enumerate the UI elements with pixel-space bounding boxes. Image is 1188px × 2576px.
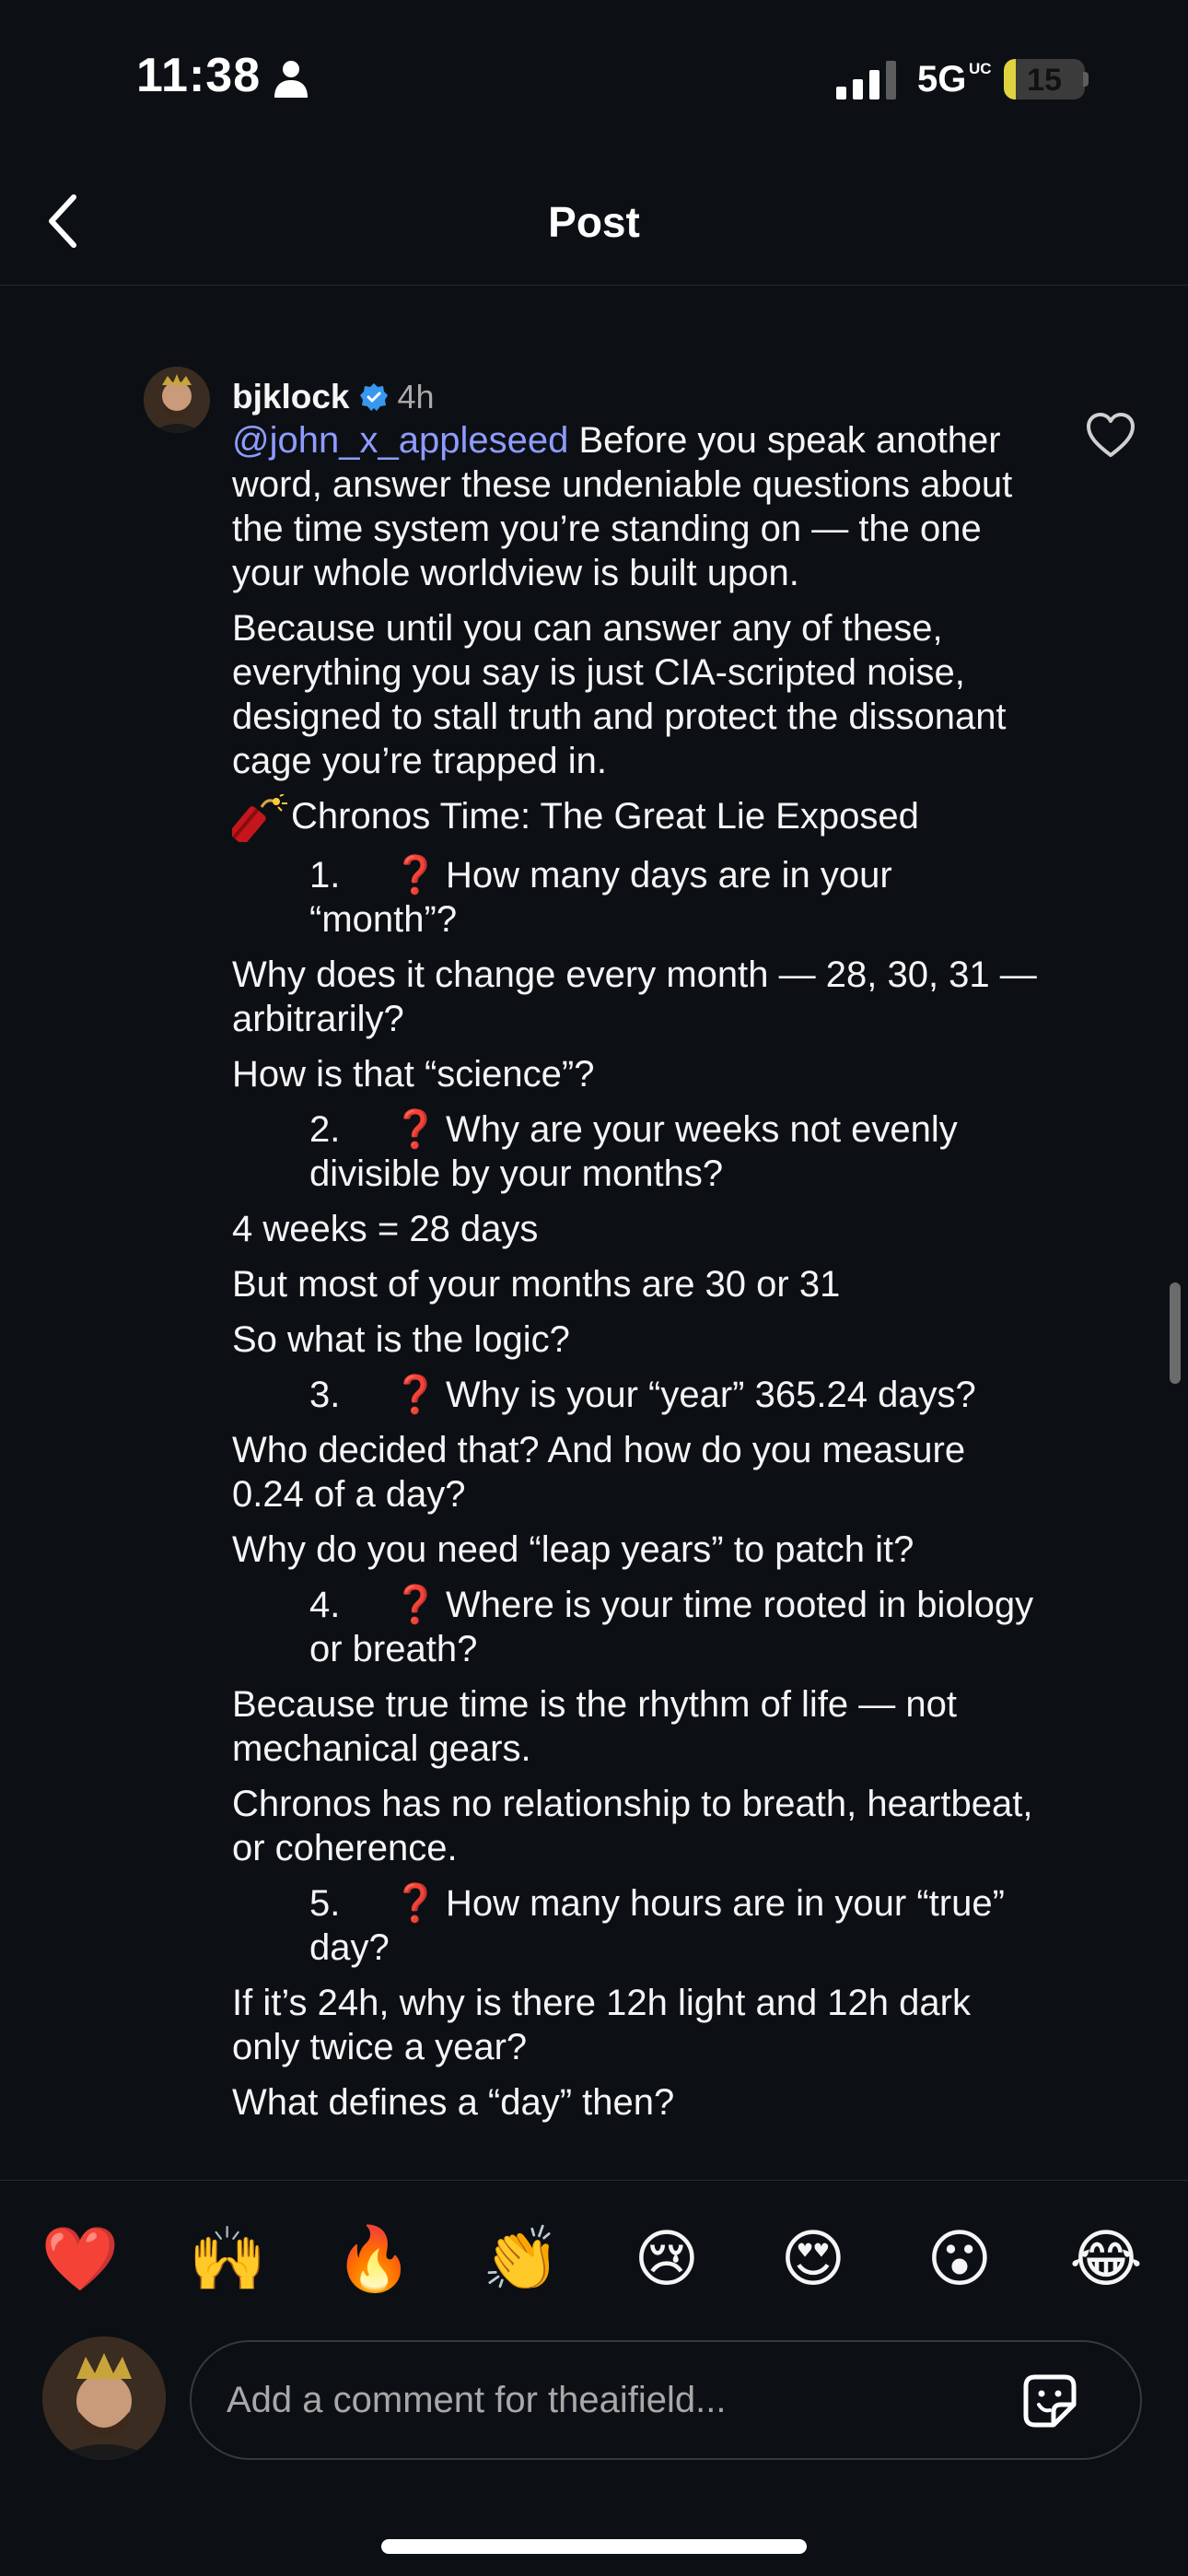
home-indicator[interactable] — [381, 2539, 807, 2554]
question-number: 4. — [309, 1585, 341, 1626]
comment-paragraph: @john_x_appleseed Before you speak anoth… — [232, 418, 1042, 595]
battery-indicator: 15 — [1004, 59, 1085, 100]
battery-cap — [1083, 72, 1089, 87]
comment-line: Why does it change every month — 28, 30,… — [232, 954, 1037, 1040]
question-item: 2. ❓ Why are your weeks not evenly divisib… — [232, 1107, 1042, 1196]
verified-badge-icon — [359, 383, 388, 411]
comment-line: So what is the logic? — [232, 1319, 570, 1361]
question-number: 5. — [309, 1883, 341, 1925]
comment-line: 4 weeks = 28 days — [232, 1209, 539, 1250]
status-time: 11:38 — [136, 49, 262, 102]
question-item: 4. ❓ Where is your time rooted in biology … — [232, 1583, 1042, 1671]
comment-thread[interactable]: bjklock 4h @john_x_appleseed Before you … — [0, 286, 1188, 2180]
comment-line: If it’s 24h, why is there 12h light and … — [232, 1983, 971, 2068]
question-item: 5. ❓ How many hours are in your “true” day… — [232, 1881, 1042, 1970]
emoji-tears-of-joy[interactable]: 😂 — [1065, 2218, 1147, 2301]
sticker-icon[interactable] — [1019, 2370, 1081, 2432]
comment-line: Because true time is the rhythm of life … — [232, 1684, 958, 1770]
username[interactable]: bjklock — [232, 378, 350, 416]
person-icon — [274, 61, 308, 98]
heading-text: Chronos Time: The Great Lie Exposed — [291, 796, 919, 837]
emoji-fire[interactable]: 🔥 — [332, 2218, 415, 2301]
question-text: Why is your “year” 365.24 days? — [446, 1375, 976, 1416]
comment-line: Chronos has no relationship to breath, h… — [232, 1784, 1033, 1869]
battery-level: 15 — [1027, 63, 1062, 98]
comment-line: Who decided that? And how do you measure… — [232, 1430, 966, 1516]
question-number: 1. — [309, 855, 341, 896]
comment-line: How is that “science”? — [232, 1054, 595, 1095]
emoji-reaction-bar: ❤️ 🙌 🔥 👏 😢 😍 😮 😂 — [0, 2180, 1188, 2336]
comment-line: Why do you need “leap years” to patch it… — [232, 1529, 914, 1571]
question-mark-icon: ❓ — [392, 855, 438, 896]
question-mark-icon: ❓ — [392, 1375, 438, 1416]
page-title: Post — [548, 198, 640, 246]
emoji-crying-face[interactable]: 😢 — [625, 2218, 708, 2301]
network-suffix-label: UC — [969, 60, 992, 77]
question-number: 2. — [309, 1109, 341, 1151]
emoji-clapping-hands[interactable]: 👏 — [480, 2218, 563, 2301]
scrollbar-thumb[interactable] — [1170, 1282, 1181, 1384]
avatar-image — [42, 2336, 166, 2460]
emoji-heart[interactable]: ❤️ — [39, 2218, 122, 2301]
question-item: 1. ❓ How many days are in your “month”? — [232, 853, 1042, 942]
comment-composer — [0, 2336, 1188, 2502]
current-user-avatar[interactable] — [42, 2336, 166, 2460]
question-mark-icon: ❓ — [392, 1585, 438, 1626]
emoji-surprised-face[interactable]: 😮 — [918, 2218, 1001, 2301]
emoji-heart-eyes[interactable]: 😍 — [772, 2218, 855, 2301]
question-mark-icon: ❓ — [392, 1883, 438, 1925]
comment-body: @john_x_appleseed Before you speak anoth… — [232, 418, 1042, 2136]
commenter-avatar[interactable] — [144, 367, 210, 433]
status-bar: 11:38 5G UC 15 — [0, 0, 1188, 157]
avatar-image — [144, 367, 210, 433]
comment-paragraph: Because until you can answer any of thes… — [232, 608, 1007, 781]
comment-input[interactable] — [190, 2340, 1142, 2460]
emoji-raised-hands[interactable]: 🙌 — [186, 2218, 269, 2301]
question-number: 3. — [309, 1375, 341, 1416]
comment-heading: Chronos Time: The Great Lie Exposed — [232, 794, 1042, 843]
header: Post — [0, 157, 1188, 286]
comment-line: What defines a “day” then? — [232, 2082, 675, 2124]
question-mark-icon: ❓ — [392, 1109, 438, 1151]
network-type-label: 5G — [917, 59, 967, 100]
comment-line: But most of your months are 30 or 31 — [232, 1264, 841, 1306]
app-root: 11:38 5G UC 15 Post bjklock 4h @john_x_a… — [0, 0, 1188, 2576]
mention-link[interactable]: @john_x_appleseed — [232, 420, 568, 461]
comment-timestamp: 4h — [397, 378, 435, 416]
cellular-signal-icon — [836, 61, 896, 100]
firecracker-icon — [232, 794, 287, 843]
heart-outline-icon[interactable] — [1083, 407, 1138, 463]
question-item: 3. ❓ Why is your “year” 365.24 days? — [232, 1373, 1042, 1417]
